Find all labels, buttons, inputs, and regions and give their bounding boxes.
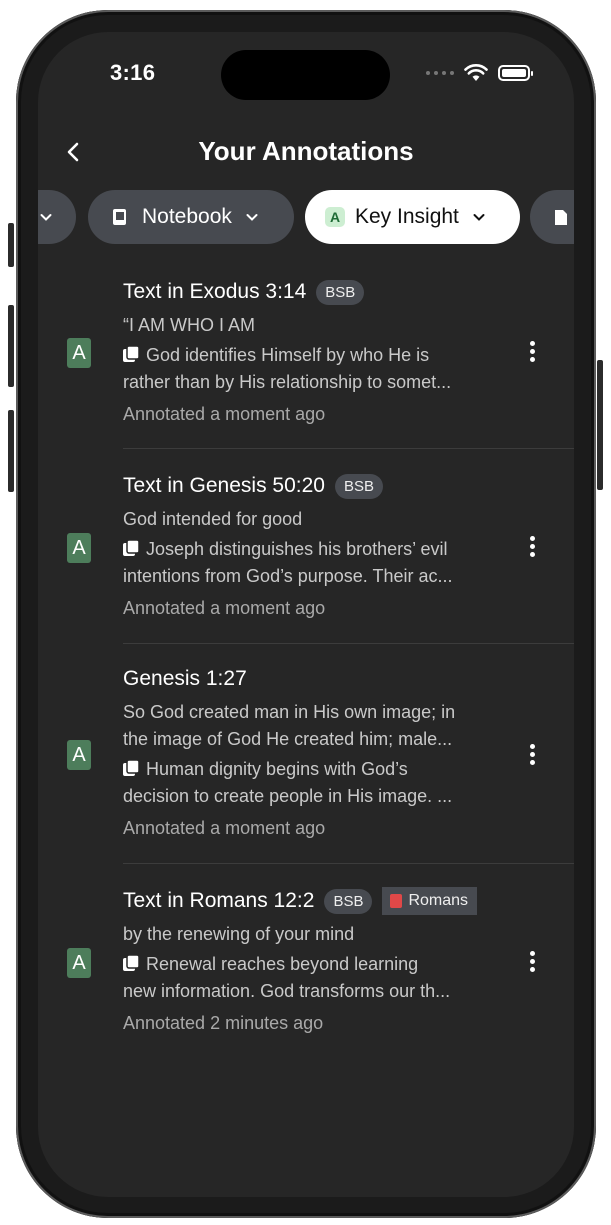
- more-options-icon[interactable]: [524, 338, 540, 366]
- annotation-note: Joseph distinguishes his brothers’ evil …: [123, 539, 453, 586]
- annotation-title: Genesis 1:27: [123, 667, 247, 690]
- key-insight-badge-icon: A: [325, 207, 345, 227]
- app-screen: 3:16 Your Annotations Notebook A Key Ins…: [38, 32, 574, 1197]
- volume-down-button: [8, 410, 14, 492]
- wifi-icon: [464, 64, 488, 81]
- status-time: 3:16: [110, 60, 156, 85]
- annotation-title: Text in Genesis 50:20: [123, 474, 325, 497]
- status-icons: [426, 64, 533, 82]
- filter-chip-hidden[interactable]: [38, 190, 76, 244]
- notebook-filter-label: Notebook: [142, 205, 232, 228]
- book-icon: [390, 894, 403, 908]
- annotation-item[interactable]: A Genesis 1:27 So God created man in His…: [38, 644, 574, 863]
- version-badge: BSB: [324, 888, 373, 914]
- note-icon: [123, 955, 140, 971]
- notebook-filter-chip[interactable]: Notebook: [88, 190, 294, 244]
- annotation-note: God identifies Himself by who He is rath…: [123, 345, 452, 392]
- document-icon: [555, 209, 567, 225]
- document-filter-chip[interactable]: [530, 190, 574, 244]
- annotation-quote: by the renewing of your mind: [123, 924, 355, 944]
- key-insight-filter-label: Key Insight: [355, 205, 459, 228]
- more-options-icon[interactable]: [524, 533, 540, 561]
- annotation-timestamp: Annotated a moment ago: [123, 404, 326, 424]
- key-insight-filter-chip[interactable]: A Key Insight: [305, 190, 520, 244]
- chevron-down-icon: [40, 214, 52, 221]
- note-icon: [123, 540, 140, 556]
- key-insight-badge-icon: A: [67, 948, 91, 978]
- volume-up-button: [8, 305, 14, 387]
- more-options-icon[interactable]: [524, 741, 540, 769]
- annotation-timestamp: Annotated a moment ago: [123, 818, 326, 838]
- annotation-note: Renewal reaches beyond learning new info…: [123, 954, 451, 1001]
- annotation-list: A Text in Exodus 3:14 BSB “I AM WHO I AM…: [38, 260, 574, 1064]
- battery-icon: [498, 65, 533, 81]
- power-button: [597, 360, 603, 490]
- annotation-quote: So God created man in His own image; in …: [123, 702, 456, 749]
- filter-chip-bar[interactable]: Notebook A Key Insight: [38, 190, 574, 244]
- note-icon: [123, 760, 140, 776]
- annotation-item[interactable]: A Text in Romans 12:2 BSB Romans by the …: [38, 864, 574, 1064]
- page-title: Your Annotations: [198, 136, 414, 166]
- chevron-down-icon: [473, 214, 485, 221]
- annotation-title: Text in Romans 12:2: [123, 889, 315, 912]
- annotation-item[interactable]: A Text in Exodus 3:14 BSB “I AM WHO I AM…: [38, 260, 574, 448]
- notebook-tag: Romans: [382, 887, 478, 915]
- version-badge: BSB: [316, 279, 365, 305]
- more-options-icon[interactable]: [524, 948, 540, 976]
- annotation-quote: God intended for good: [123, 509, 303, 529]
- annotation-quote: “I AM WHO I AM: [123, 315, 256, 335]
- version-badge: BSB: [334, 473, 383, 499]
- key-insight-badge-icon: A: [67, 338, 91, 368]
- notebook-icon: [113, 208, 126, 225]
- cellular-signal-icon: [426, 71, 454, 75]
- annotation-timestamp: Annotated a moment ago: [123, 598, 326, 618]
- chevron-down-icon: [246, 214, 258, 221]
- annotation-title: Text in Exodus 3:14: [123, 280, 307, 303]
- annotation-timestamp: Annotated 2 minutes ago: [123, 1013, 324, 1033]
- annotation-note: Human dignity begins with God’s decision…: [123, 759, 453, 806]
- action-button: [8, 223, 14, 267]
- dynamic-island: [221, 50, 390, 100]
- key-insight-badge-icon: A: [67, 533, 91, 563]
- key-insight-badge-icon: A: [67, 740, 91, 770]
- annotation-item[interactable]: A Text in Genesis 50:20 BSB God intended…: [38, 449, 574, 643]
- note-icon: [123, 346, 140, 362]
